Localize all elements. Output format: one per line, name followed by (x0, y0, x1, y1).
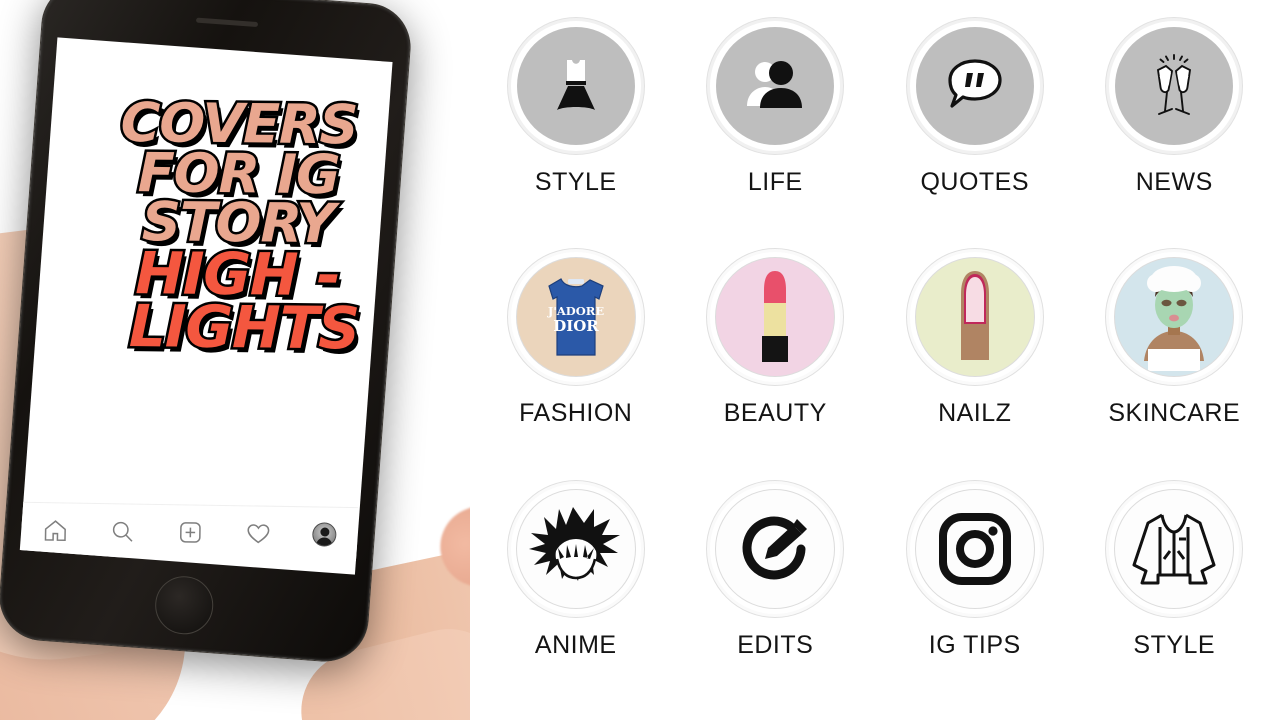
cover-label: QUOTES (920, 168, 1030, 196)
phone-screen: COVERS FOR IG STORY HIGH - LIGHTS (19, 37, 393, 575)
cover-label: NAILZ (938, 399, 1012, 428)
highlight-item-style-hoodie[interactable]: STYLE (1075, 480, 1275, 660)
cover-label: BEAUTY (723, 399, 827, 428)
svg-text:DIOR: DIOR (553, 317, 599, 335)
lipstick-icon (762, 271, 789, 363)
face-mask-icon (1144, 266, 1205, 372)
cover-disc (716, 27, 835, 145)
highlight-item-skincare[interactable]: SKINCARE (1075, 249, 1275, 428)
heart-icon[interactable] (245, 520, 271, 546)
add-post-icon[interactable] (177, 519, 203, 545)
title-line-5: LIGHTS (126, 290, 362, 365)
cover-label: LIFE (747, 168, 803, 196)
cover-ring[interactable] (906, 249, 1043, 386)
svg-text:J'ADORE: J'ADORE (547, 304, 604, 318)
cover-disc (1115, 258, 1234, 377)
cover-disc (915, 258, 1034, 377)
cover-disc (716, 258, 835, 377)
cover-ring[interactable] (1106, 249, 1243, 386)
cover-disc (1115, 27, 1234, 145)
cover-disc (915, 27, 1034, 145)
goku-head-icon (528, 506, 620, 581)
cover-label: NEWS (1135, 168, 1213, 196)
instagram-tab-bar[interactable] (20, 501, 358, 562)
cover-label: FASHION (519, 399, 633, 428)
highlight-cover-grid: STYLE LIFE QUOTES NEWS J'ADORE DIOR FASH… (470, 0, 1280, 720)
home-button[interactable] (153, 574, 216, 637)
cover-disc (1115, 489, 1234, 608)
instagram-icon (938, 512, 1011, 585)
highlight-item-anime[interactable]: ANIME (476, 480, 676, 660)
hoodie-icon (1132, 513, 1216, 585)
earpiece-speaker (195, 17, 259, 28)
cover-disc: J'ADORE DIOR (516, 258, 635, 377)
cover-ring[interactable] (507, 480, 644, 617)
avatar-body (316, 536, 333, 547)
dior-tank-icon: J'ADORE DIOR (547, 278, 604, 356)
smartphone-device: COVERS FOR IG STORY HIGH - LIGHTS (0, 0, 414, 665)
cover-label: EDITS (737, 630, 814, 659)
home-icon[interactable] (42, 517, 68, 543)
hand-holding-phone-panel: COVERS FOR IG STORY HIGH - LIGHTS (0, 0, 470, 720)
cover-ring[interactable] (1106, 18, 1243, 154)
quote-bubble-icon (948, 59, 1002, 108)
cover-label: STYLE (1133, 630, 1216, 659)
highlight-item-quotes[interactable]: QUOTES (875, 18, 1075, 197)
video-title-text: COVERS FOR IG STORY HIGH - LIGHTS (37, 88, 393, 365)
cover-ring[interactable] (707, 480, 844, 617)
cover-ring[interactable]: J'ADORE DIOR (507, 249, 644, 386)
edit-pencil-icon (742, 516, 808, 580)
cover-disc (716, 489, 835, 608)
nail-icon (960, 271, 989, 361)
highlight-item-news[interactable]: NEWS (1075, 18, 1275, 197)
people-icon (747, 61, 803, 108)
cover-label: SKINCARE (1108, 399, 1241, 428)
cover-label: ANIME (534, 630, 617, 659)
cover-ring[interactable] (906, 480, 1043, 617)
cover-label: STYLE (534, 168, 617, 196)
champagne-icon (1157, 54, 1192, 115)
highlight-item-ig-tips[interactable]: IG TIPS (875, 480, 1075, 660)
cover-disc (915, 489, 1034, 608)
cover-ring[interactable] (507, 18, 644, 154)
highlight-item-fashion[interactable]: J'ADORE DIOR FASHION (476, 249, 676, 428)
highlight-item-style[interactable]: STYLE (476, 18, 676, 197)
profile-avatar[interactable] (312, 521, 337, 547)
avatar-head (320, 526, 330, 537)
highlight-item-life[interactable]: LIFE (676, 18, 876, 197)
cover-ring[interactable] (1106, 480, 1243, 617)
cover-ring[interactable] (707, 18, 844, 154)
cover-ring[interactable] (707, 249, 844, 386)
highlight-item-nailz[interactable]: NAILZ (875, 249, 1075, 428)
dress-icon (556, 60, 595, 110)
highlight-item-beauty[interactable]: BEAUTY (676, 249, 876, 428)
cover-ring[interactable] (906, 18, 1043, 154)
cover-label: IG TIPS (928, 630, 1021, 659)
cover-disc (516, 489, 635, 608)
highlight-item-edits[interactable]: EDITS (676, 480, 876, 660)
cover-disc (516, 27, 635, 145)
search-icon[interactable] (110, 518, 136, 544)
